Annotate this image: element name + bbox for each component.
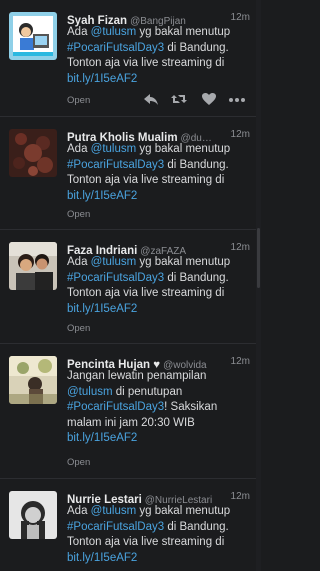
tweet-text: Ada @tulusm yg bakal menutup #PocariFuts…	[67, 504, 252, 566]
open-link[interactable]: Open	[67, 323, 90, 334]
tweet[interactable]: Putra Kholis Mualim @du… 12m Ada @tulusm …	[0, 117, 256, 230]
url-link[interactable]: bit.ly/1I5eAF2	[67, 303, 137, 315]
tweet-stream[interactable]: Syah Fizan @BangPijan 12m Ada @tulusm yg …	[0, 0, 256, 571]
tweet-text: Ada @tulusm yg bakal menutup #PocariFuts…	[67, 255, 252, 317]
avatar[interactable]	[9, 129, 57, 177]
text-segment: yg bakal menutup	[136, 256, 231, 268]
timestamp[interactable]: 12m	[231, 129, 250, 140]
tweet-text: Ada @tulusm yg bakal menutup #PocariFuts…	[67, 142, 252, 204]
text-segment: yg bakal menutup	[136, 143, 231, 155]
text-segment: Ada	[67, 505, 91, 517]
avatar[interactable]	[9, 242, 57, 290]
text-segment: yg bakal menutup	[136, 505, 231, 517]
scrollbar[interactable]	[256, 0, 261, 571]
tweet[interactable]: Nurrie Lestari @NurrieLestari 12m Ada @tu…	[0, 479, 256, 571]
text-segment: Ada	[67, 26, 91, 38]
tweet-text: Jangan lewatin penampilan @tulusm di pen…	[67, 369, 252, 447]
text-segment: di penutupan	[112, 385, 183, 398]
more-icon[interactable]	[228, 90, 246, 108]
mention-link[interactable]: @tulusm	[91, 143, 137, 155]
scrollbar-thumb[interactable]	[257, 228, 260, 288]
avatar[interactable]	[9, 12, 57, 60]
favorite-icon[interactable]	[200, 90, 218, 108]
timestamp[interactable]: 12m	[231, 242, 250, 253]
tweet[interactable]: Faza Indriani @zaFAZA 12m Ada @tulusm yg …	[0, 230, 256, 344]
hashtag-link[interactable]: #PocariFutsalDay3	[67, 521, 164, 533]
text-segment: Ada	[67, 256, 91, 268]
open-link[interactable]: Open	[67, 209, 90, 220]
open-link[interactable]: Open	[67, 95, 90, 106]
tweet[interactable]: Pencinta Hujan ♥ @wolvida 12m Jangan lewa…	[0, 344, 256, 479]
url-link[interactable]: bit.ly/1I5eAF2	[67, 73, 137, 85]
tweet[interactable]: Syah Fizan @BangPijan 12m Ada @tulusm yg …	[0, 0, 256, 117]
avatar[interactable]	[9, 491, 57, 539]
timestamp[interactable]: 12m	[231, 356, 250, 367]
text-segment: yg bakal menutup	[136, 26, 231, 38]
mention-link[interactable]: @tulusm	[91, 505, 137, 517]
url-link[interactable]: bit.ly/1I5eAF2	[67, 190, 137, 202]
mention-link[interactable]: @tulusm	[91, 256, 137, 268]
mention-link[interactable]: @tulusm	[91, 26, 137, 38]
url-link[interactable]: bit.ly/1I5eAF2	[67, 552, 137, 564]
url-link[interactable]: bit.ly/1I5eAF2	[67, 432, 137, 444]
retweet-icon[interactable]	[170, 90, 188, 108]
timestamp[interactable]: 12m	[231, 491, 250, 502]
reply-icon[interactable]	[142, 90, 160, 108]
hashtag-link[interactable]: #PocariFutsalDay3	[67, 401, 164, 413]
open-link[interactable]: Open	[67, 457, 90, 468]
text-segment: Jangan lewatin penampilan	[67, 370, 207, 382]
avatar[interactable]	[9, 356, 57, 404]
timestamp[interactable]: 12m	[231, 12, 250, 23]
text-segment: Ada	[67, 143, 91, 155]
hashtag-link[interactable]: #PocariFutsalDay3	[67, 159, 164, 171]
mention-link[interactable]: @tulusm	[67, 386, 113, 398]
tweet-actions	[142, 90, 254, 108]
hashtag-link[interactable]: #PocariFutsalDay3	[67, 272, 164, 284]
tweet-text: Ada @tulusm yg bakal menutup #PocariFuts…	[67, 25, 252, 87]
hashtag-link[interactable]: #PocariFutsalDay3	[67, 42, 164, 54]
